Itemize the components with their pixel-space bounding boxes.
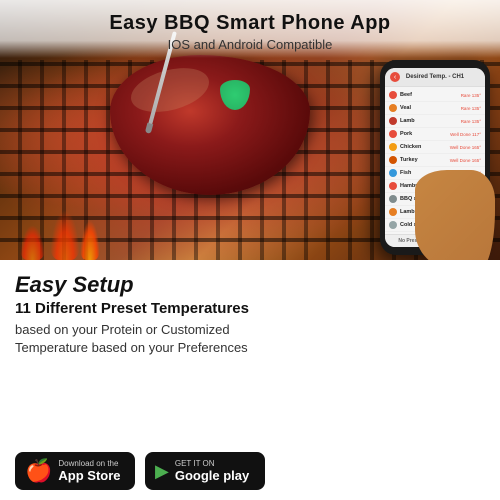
food-icon [389,156,397,164]
food-temp: Well Done 117° [450,132,481,137]
google-play-small-text: GET IT ON [175,459,249,468]
store-buttons-container: 🍎 Download on the App Store ▶ GET IT ON … [15,452,485,490]
apple-icon: 🍎 [25,458,52,484]
phone-screen-title: Desired Temp. - CH1 [406,74,464,80]
hand-holding-phone [415,170,495,260]
flame-3 [20,225,45,260]
app-store-small-text: Download on the [58,459,120,468]
food-temp: Rare 135° [461,119,481,124]
app-store-button[interactable]: 🍎 Download on the App Store [15,452,135,490]
food-name: Veal [400,105,461,111]
phone-food-row[interactable]: Turkey Well Done 165° [385,154,485,167]
main-container: Easy BBQ Smart Phone App IOS and Android… [0,0,500,500]
food-name: Pork [400,131,450,137]
food-name: Lamb [400,118,461,124]
text-content: Easy Setup 11 Different Preset Temperatu… [15,272,485,357]
phone-food-row[interactable]: Pork Well Done 117° [385,128,485,141]
description-line2: Temperature based on your Preferences [15,340,248,355]
food-temp: Well Done 165° [450,145,481,150]
app-sub-title: IOS and Android Compatible [10,37,490,52]
food-icon [389,130,397,138]
food-icon [389,143,397,151]
food-icon [389,104,397,112]
food-icon [389,221,397,229]
app-store-large-text: App Store [58,468,120,483]
steak-image [110,55,310,195]
phone-food-row[interactable]: Beef Rare 135° [385,89,485,102]
phone-food-row[interactable]: Lamb Rare 135° [385,115,485,128]
food-icon [389,169,397,177]
phone-food-row[interactable]: Chicken Well Done 165° [385,141,485,154]
food-temp: Rare 135° [461,106,481,111]
food-name: Chicken [400,144,450,150]
app-main-title: Easy BBQ Smart Phone App [10,12,490,35]
food-name: Turkey [400,157,450,163]
phone-screen-header: ‹ Desired Temp. - CH1 [385,68,485,87]
food-icon [389,208,397,216]
phone-back-button[interactable]: ‹ [390,72,400,82]
google-play-icon: ▶ [155,461,169,482]
top-hero-section: Easy BBQ Smart Phone App IOS and Android… [0,0,500,260]
flame-2 [80,220,100,260]
google-play-button[interactable]: ▶ GET IT ON Google play [145,452,265,490]
google-play-text-block: GET IT ON Google play [175,459,249,483]
title-overlay: Easy BBQ Smart Phone App IOS and Android… [0,0,500,58]
flame-1 [50,210,80,260]
food-icon [389,91,397,99]
app-store-text-block: Download on the App Store [58,459,120,483]
food-icon [389,117,397,125]
description-line1: based on your Protein or Customized [15,322,230,337]
preset-count-heading: 11 Different Preset Temperatures [15,300,485,317]
phone-mockup-wrapper: ‹ Desired Temp. - CH1 Beef Rare 135° Vea… [380,60,490,255]
easy-setup-heading: Easy Setup [15,272,485,298]
google-play-large-text: Google play [175,468,249,483]
food-temp: Rare 135° [461,93,481,98]
description-text: based on your Protein or Customized Temp… [15,321,485,357]
food-name: Beef [400,92,461,98]
food-icon [389,182,397,190]
food-temp: Well Done 165° [450,158,481,163]
bottom-info-section: Easy Setup 11 Different Preset Temperatu… [0,260,500,500]
phone-food-row[interactable]: Veal Rare 135° [385,102,485,115]
food-icon [389,195,397,203]
